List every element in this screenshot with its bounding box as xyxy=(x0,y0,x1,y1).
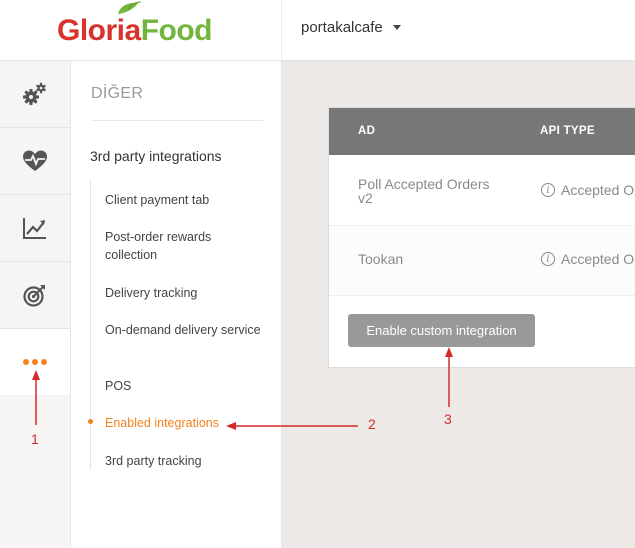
column-header-api-type: API TYPE xyxy=(540,125,595,137)
menu-item-enabled-integrations[interactable]: Enabled integrations xyxy=(105,414,265,432)
gears-icon xyxy=(23,82,46,105)
rail-item-health[interactable] xyxy=(0,128,70,195)
table-row[interactable]: Poll Accepted Orders v2 i Accepted Or xyxy=(329,156,635,226)
row-name: Poll Accepted Orders v2 xyxy=(358,176,490,206)
chart-icon xyxy=(23,218,46,239)
rail-item-marketing[interactable] xyxy=(0,262,70,329)
menu-item-pos[interactable]: POS xyxy=(105,377,265,395)
annotation-label-1: 1 xyxy=(31,431,39,447)
logo-leaf-icon xyxy=(118,1,142,14)
info-icon[interactable]: i xyxy=(541,252,555,266)
row-api-type: i Accepted Or xyxy=(541,251,635,267)
submenu-panel: DİĞER 3rd party integrations Client paym… xyxy=(71,61,282,548)
row-api-type-text: Accepted Or xyxy=(561,251,635,267)
enable-custom-integration-button[interactable]: Enable custom integration xyxy=(348,314,535,347)
tree-line xyxy=(90,180,91,470)
table-row[interactable]: Tookan i Accepted Or xyxy=(329,226,635,296)
menu-item-client-payment-tab[interactable]: Client payment tab xyxy=(105,191,265,209)
chevron-down-icon xyxy=(392,25,401,30)
annotation-label-3: 3 xyxy=(444,411,452,427)
info-icon[interactable]: i xyxy=(541,183,555,197)
left-icon-rail xyxy=(0,61,71,548)
section-divider xyxy=(91,120,263,121)
restaurant-selector[interactable]: portakalcafe xyxy=(301,19,401,36)
row-api-type: i Accepted Or xyxy=(541,182,635,198)
more-dots-icon xyxy=(23,359,47,365)
row-name: Tookan xyxy=(358,251,404,267)
menu-item-on-demand-delivery[interactable]: On-demand delivery service xyxy=(105,321,265,339)
group-title: 3rd party integrations xyxy=(90,148,222,164)
logo-text-food: Food xyxy=(140,14,213,47)
annotation-label-2: 2 xyxy=(368,416,376,432)
heart-pulse-icon xyxy=(23,150,47,171)
logo-area: Gloria Food xyxy=(0,0,282,60)
top-header: Gloria Food portakalcafe xyxy=(0,0,635,61)
rail-item-setup[interactable] xyxy=(0,61,70,128)
logo-text-gloria: Gloria xyxy=(57,14,141,47)
menu-item-delivery-tracking[interactable]: Delivery tracking xyxy=(105,284,265,302)
table-header: AD API TYPE xyxy=(329,108,635,155)
integrations-card: AD API TYPE Poll Accepted Orders v2 i Ac… xyxy=(328,107,635,368)
target-icon xyxy=(23,285,45,307)
row-api-type-text: Accepted Or xyxy=(561,182,635,198)
section-title: DİĞER xyxy=(91,85,144,102)
menu-item-3rd-party-tracking[interactable]: 3rd party tracking xyxy=(105,452,265,470)
gloriafood-logo[interactable]: Gloria Food xyxy=(57,12,213,47)
menu-item-post-order-rewards[interactable]: Post-order rewards collection xyxy=(105,228,265,264)
rail-item-more[interactable] xyxy=(0,329,70,395)
restaurant-name: portakalcafe xyxy=(301,19,383,36)
column-header-name: AD xyxy=(358,125,376,137)
rail-item-reports[interactable] xyxy=(0,195,70,262)
active-bullet xyxy=(88,419,93,424)
